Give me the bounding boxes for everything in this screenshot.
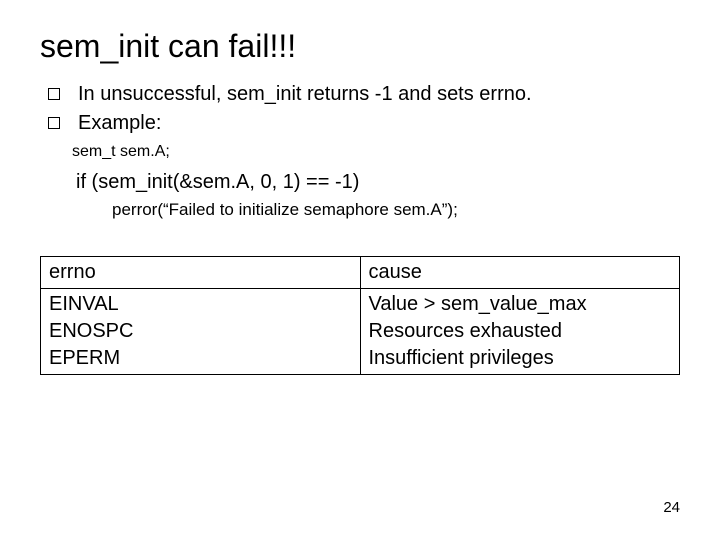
table-body-row: EINVAL ENOSPC EPERM Value > sem_value_ma…	[41, 289, 680, 375]
table-cell: EINVAL ENOSPC EPERM	[41, 289, 361, 375]
cell-line: EINVAL	[49, 291, 352, 318]
slide: sem_init can fail!!! In unsuccessful, se…	[0, 0, 720, 375]
bullet-square-icon	[48, 88, 60, 100]
cell-line: Resources exhausted	[369, 318, 672, 345]
bullet-text: Example:	[78, 110, 161, 137]
code-perror-line: perror(“Failed to initialize semaphore s…	[112, 200, 680, 220]
cell-line: Value > sem_value_max	[369, 291, 672, 318]
bullet-square-icon	[48, 117, 60, 129]
cell-line: Insufficient privileges	[369, 345, 672, 372]
bullet-list: In unsuccessful, sem_init returns -1 and…	[48, 81, 680, 137]
bullet-item: In unsuccessful, sem_init returns -1 and…	[48, 81, 680, 108]
bullet-text: In unsuccessful, sem_init returns -1 and…	[78, 81, 532, 108]
cell-line: EPERM	[49, 345, 352, 372]
table-header-cell: errno	[41, 257, 361, 289]
table-cell: Value > sem_value_max Resources exhauste…	[360, 289, 680, 375]
bullet-item: Example:	[48, 110, 680, 137]
errno-table: errno cause EINVAL ENOSPC EPERM Value > …	[40, 256, 680, 375]
table-header-cell: cause	[360, 257, 680, 289]
code-declaration: sem_t sem.A;	[72, 143, 680, 161]
code-if-line: if (sem_init(&sem.A, 0, 1) == -1)	[76, 171, 680, 194]
slide-title: sem_init can fail!!!	[40, 28, 680, 65]
page-number: 24	[663, 499, 680, 516]
table-header-row: errno cause	[41, 257, 680, 289]
cell-line: ENOSPC	[49, 318, 352, 345]
